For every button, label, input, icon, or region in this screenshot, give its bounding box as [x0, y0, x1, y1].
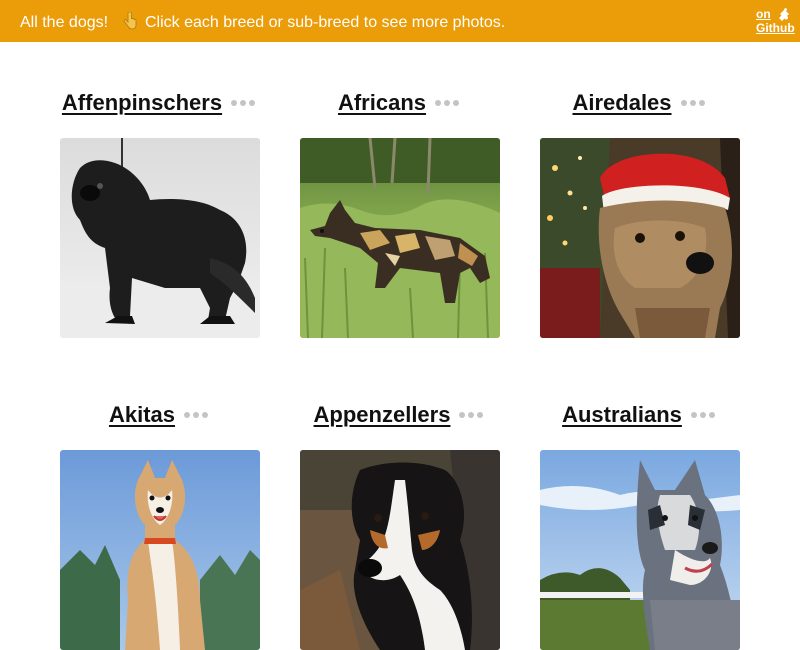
breed-photo-airedales[interactable]	[540, 138, 740, 338]
breed-title-row: Akitas	[40, 400, 280, 430]
banner-instruction: Click each breed or sub-breed to see mor…	[144, 14, 506, 31]
breed-photo-africans[interactable]	[300, 138, 500, 338]
top-banner: All the dogs! Click each breed or sub-br…	[0, 0, 800, 42]
puzzle-icon	[778, 7, 794, 23]
breed-photo-australians[interactable]	[540, 450, 740, 650]
breed-title-row: Affenpinschers	[40, 88, 280, 118]
pointing-down-hand-icon	[121, 11, 139, 30]
more-dots-icon[interactable]	[231, 93, 258, 111]
more-dots-icon[interactable]	[184, 405, 211, 423]
banner-intro: All the dogs!	[20, 14, 109, 31]
more-dots-icon[interactable]	[690, 405, 718, 423]
github-link-label: Github	[756, 21, 795, 35]
breed-link-australians[interactable]: Australians	[562, 402, 682, 427]
breed-photo-akitas[interactable]	[60, 450, 260, 650]
breed-link-affenpinschers[interactable]: Affenpinschers	[62, 90, 222, 115]
more-dots-icon[interactable]	[680, 93, 708, 111]
breed-link-akitas[interactable]: Akitas	[109, 402, 175, 427]
breed-title-row: Airedales	[520, 88, 760, 118]
breed-link-airedales[interactable]: Airedales	[572, 90, 671, 115]
github-link[interactable]: on Github	[756, 7, 796, 37]
breed-grid: Affenpinschers Africans Airedales Akitas…	[0, 42, 800, 650]
banner-message: All the dogs! Click each breed or sub-br…	[20, 11, 506, 32]
more-dots-icon[interactable]	[459, 405, 486, 423]
breed-photo-appenzellers[interactable]	[300, 450, 500, 650]
breed-link-africans[interactable]: Africans	[338, 90, 426, 115]
breed-photo-affenpinschers[interactable]	[60, 138, 260, 338]
breed-title-row: Africans	[280, 88, 520, 118]
breed-title-row: Appenzellers	[280, 400, 520, 430]
more-dots-icon[interactable]	[435, 93, 462, 111]
breed-title-row: Australians	[520, 400, 760, 430]
breed-link-appenzellers[interactable]: Appenzellers	[314, 402, 451, 427]
